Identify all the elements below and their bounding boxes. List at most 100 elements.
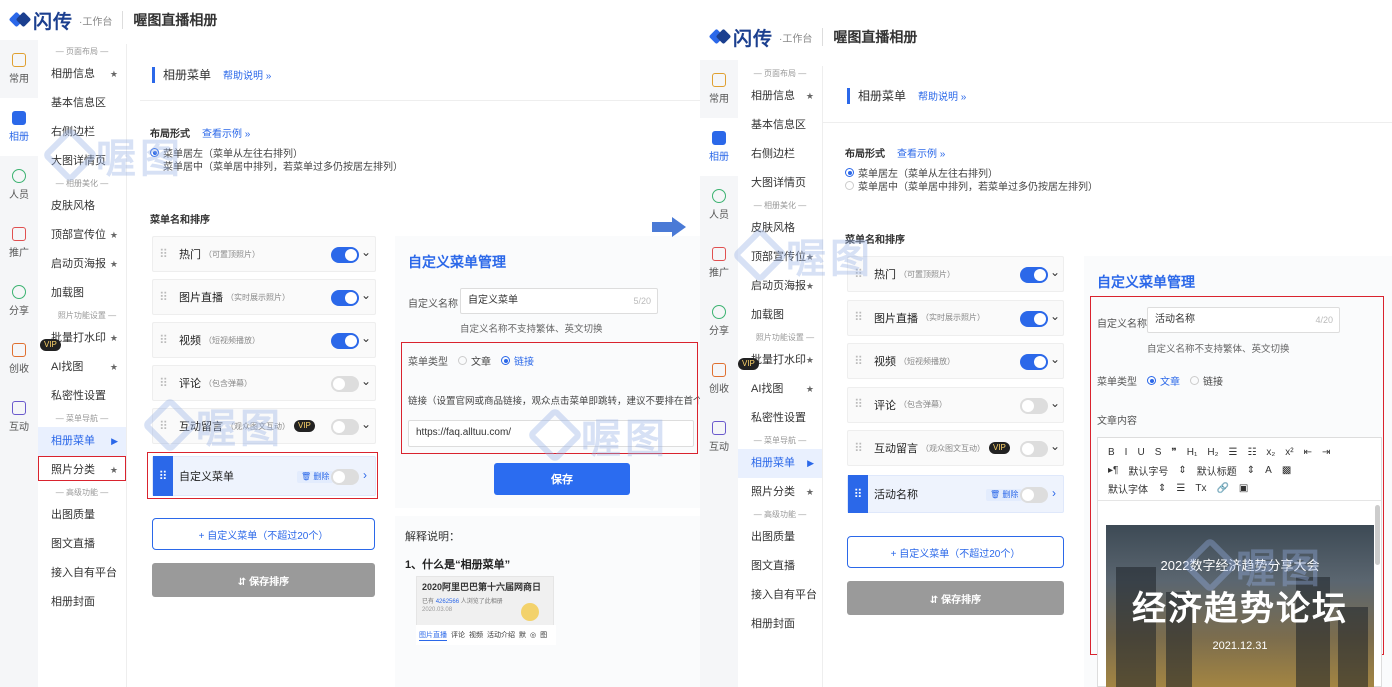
menu-toggle[interactable]: [1020, 397, 1048, 414]
toolbar-button[interactable]: ▣: [1239, 483, 1248, 494]
save-sort-button[interactable]: ⇵ 保存排序: [847, 581, 1064, 615]
chevron-down-icon[interactable]: ⌄: [1050, 309, 1060, 323]
radio-type-article[interactable]: 文章: [1147, 374, 1180, 388]
menu-toggle[interactable]: [331, 290, 359, 306]
drag-handle-icon[interactable]: ⠿: [848, 442, 868, 454]
drag-handle-icon[interactable]: ⠿: [153, 334, 173, 346]
toolbar-button[interactable]: 默认字体: [1108, 481, 1148, 496]
menu-toggle[interactable]: [1020, 487, 1048, 503]
editor-scrollbar[interactable]: [1375, 505, 1380, 565]
drag-handle-icon[interactable]: ⠿: [153, 377, 173, 389]
help-link[interactable]: 帮助说明 »: [918, 88, 966, 103]
help-link[interactable]: 帮助说明 »: [223, 67, 271, 82]
drag-handle-icon[interactable]: ⠿: [153, 248, 173, 260]
rail-item-promote[interactable]: 推广: [0, 214, 38, 272]
sidebar-item-cover[interactable]: 相册封面: [38, 588, 126, 617]
add-custom-menu-button[interactable]: + 自定义菜单（不超过20个）: [847, 536, 1064, 568]
toolbar-button[interactable]: ⇕: [1158, 483, 1166, 494]
drag-handle-icon[interactable]: ⠿: [848, 355, 868, 367]
sidebar-item-splash[interactable]: 启动页海报 ★: [38, 250, 126, 279]
sidebar-item-basic-info[interactable]: 基本信息区: [738, 111, 822, 140]
sidebar-item-skin[interactable]: 皮肤风格: [738, 214, 822, 243]
drag-handle-icon[interactable]: ⠿: [848, 475, 868, 513]
menu-row-item[interactable]: ⠿ 图片直播 （实时展示照片） ⌄: [152, 279, 376, 315]
menu-row-item[interactable]: ⠿ 视频 （短视频播放） ⌄: [847, 343, 1064, 379]
sidebar-item-splash[interactable]: 启动页海报 ★: [738, 272, 822, 301]
menu-row-item[interactable]: ⠿ 互动留言 （观众图文互动） VIP ⌄: [152, 408, 376, 444]
toolbar-button[interactable]: A: [1265, 465, 1272, 476]
sidebar-item-right-bar[interactable]: 右侧边栏: [38, 118, 126, 147]
toolbar-button[interactable]: Tx: [1195, 483, 1206, 494]
sidebar-item-ai-find[interactable]: AI找图 ★: [738, 375, 822, 404]
drag-handle-icon[interactable]: ⠿: [153, 291, 173, 303]
toolbar-button[interactable]: x²: [1285, 447, 1293, 458]
rail-item-common[interactable]: 常用: [700, 60, 738, 118]
sidebar-item-privacy[interactable]: 私密性设置: [38, 382, 126, 411]
sidebar-item-own-platform[interactable]: 接入自有平台: [738, 581, 822, 610]
menu-row-item[interactable]: ⠿ 图片直播 （实时展示照片） ⌄: [847, 299, 1064, 336]
sidebar-item-top-promo[interactable]: 顶部宣传位 ★: [738, 243, 822, 272]
pin-star-icon[interactable]: ★: [806, 272, 814, 301]
pin-star-icon[interactable]: ★: [806, 243, 814, 272]
rail-item-interact[interactable]: 互动: [700, 408, 738, 466]
sidebar-item-loading[interactable]: 加载图: [738, 301, 822, 330]
rail-item-people[interactable]: 人员: [0, 156, 38, 214]
drag-handle-icon[interactable]: ⠿: [848, 268, 868, 280]
sidebar-item-top-promo[interactable]: 顶部宣传位 ★: [38, 221, 126, 250]
toolbar-button[interactable]: ☰: [1176, 483, 1185, 494]
example-link[interactable]: 查看示例 »: [897, 145, 945, 160]
menu-toggle[interactable]: [1020, 267, 1048, 283]
pin-star-icon[interactable]: ★: [110, 353, 118, 382]
chevron-down-icon[interactable]: ⌄: [1050, 439, 1060, 453]
sidebar-item-cover[interactable]: 相册封面: [738, 610, 822, 639]
menu-row-custom[interactable]: ⠿ 活动名称 🗑 删除 ›: [847, 475, 1064, 513]
toolbar-button[interactable]: ☰: [1228, 447, 1237, 458]
sidebar-item-album-menu[interactable]: 相册菜单 ▶: [738, 449, 822, 478]
radio-type-link[interactable]: 链接: [1190, 374, 1223, 388]
sidebar-item-big-detail[interactable]: 大图详情页: [38, 147, 126, 176]
sidebar-item-album-menu[interactable]: 相册菜单 ▶: [38, 427, 126, 456]
rail-item-album[interactable]: 相册: [0, 98, 38, 156]
pin-star-icon[interactable]: ★: [806, 478, 814, 507]
pin-star-icon[interactable]: ★: [110, 221, 118, 250]
menu-row-item[interactable]: ⠿ 热门 （可置顶照片） ⌄: [152, 236, 376, 272]
name-input[interactable]: 活动名称 4/20: [1147, 307, 1340, 333]
drag-handle-icon[interactable]: ⠿: [848, 398, 868, 410]
rail-item-revenue[interactable]: 创收: [700, 350, 738, 408]
chevron-down-icon[interactable]: ⌄: [361, 374, 371, 388]
toolbar-button[interactable]: ☷: [1247, 447, 1256, 458]
pin-star-icon[interactable]: ★: [110, 250, 118, 279]
menu-toggle[interactable]: [1020, 354, 1048, 370]
pin-star-icon[interactable]: ★: [806, 346, 814, 375]
menu-toggle[interactable]: [1020, 310, 1048, 327]
toolbar-button[interactable]: ❞: [1171, 447, 1176, 458]
menu-toggle[interactable]: [331, 247, 359, 263]
chevron-down-icon[interactable]: ⌄: [1050, 352, 1060, 366]
add-custom-menu-button[interactable]: + 自定义菜单（不超过20个）: [152, 518, 375, 550]
toolbar-button[interactable]: ⇤: [1304, 447, 1312, 458]
rail-item-interact[interactable]: 互动: [0, 388, 38, 446]
toolbar-button[interactable]: x₂: [1266, 447, 1275, 458]
menu-row-item[interactable]: ⠿ 热门 （可置顶照片） ⌄: [847, 256, 1064, 292]
menu-row-item[interactable]: ⠿ 评论 （包含弹幕） ⌄: [847, 386, 1064, 423]
toolbar-button[interactable]: ⇥: [1322, 447, 1330, 458]
rail-item-share[interactable]: 分享: [0, 272, 38, 330]
rail-item-common[interactable]: 常用: [0, 40, 38, 98]
rail-item-people[interactable]: 人员: [700, 176, 738, 234]
menu-toggle[interactable]: [1020, 441, 1048, 457]
sidebar-item-loading[interactable]: 加载图: [38, 279, 126, 308]
chevron-down-icon[interactable]: ⌄: [361, 245, 371, 259]
sidebar-item-photo-cat[interactable]: 照片分类 ★: [738, 478, 822, 507]
toolbar-button[interactable]: ⇕: [1247, 465, 1255, 476]
sidebar-item-basic-info[interactable]: 基本信息区: [38, 89, 126, 118]
sidebar-item-album-info[interactable]: 相册信息 ★: [38, 60, 126, 89]
rail-item-promote[interactable]: 推广: [700, 234, 738, 292]
menu-toggle[interactable]: [331, 419, 359, 435]
sidebar-item-text-live[interactable]: 图文直播: [38, 530, 126, 559]
menu-toggle[interactable]: [331, 333, 359, 349]
toolbar-button[interactable]: 🔗: [1216, 483, 1228, 494]
toolbar-button[interactable]: ▸¶: [1108, 465, 1118, 476]
pin-star-icon[interactable]: ★: [806, 82, 814, 111]
sidebar-item-skin[interactable]: 皮肤风格: [38, 192, 126, 221]
sidebar-item-privacy[interactable]: 私密性设置: [738, 404, 822, 433]
